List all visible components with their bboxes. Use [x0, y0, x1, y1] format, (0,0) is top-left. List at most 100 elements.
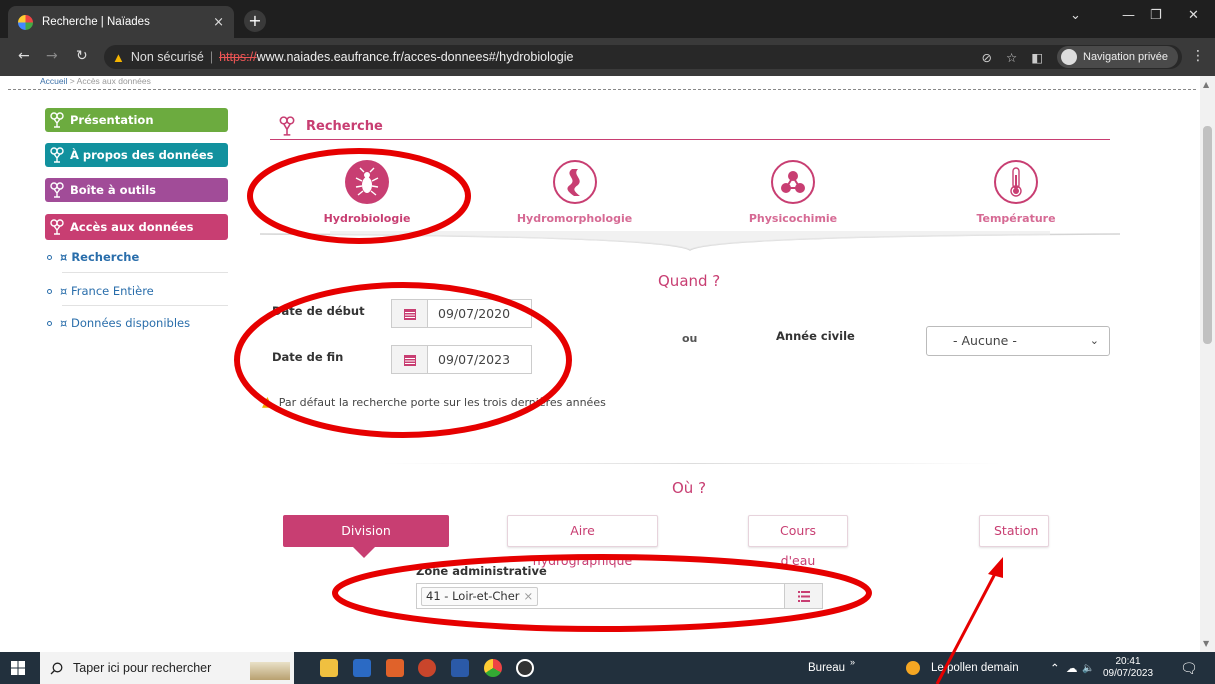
subnav-donnees-disponibles[interactable]: ¤ Données disponibles [47, 316, 190, 330]
list-icon[interactable] [784, 584, 822, 608]
sidebar-item-data-access[interactable]: Accès aux données [45, 214, 228, 240]
subnav-divider [62, 305, 228, 306]
or-label: ou [682, 332, 698, 345]
bullet-icon [47, 321, 52, 326]
clock-date: 09/07/2023 [1102, 668, 1154, 679]
tab-close-icon[interactable]: × [213, 15, 224, 30]
sidebar-item-toolbox[interactable]: Boîte à outils [45, 178, 228, 202]
desktop-toolbar-label[interactable]: Bureau [808, 652, 845, 684]
end-date-field[interactable]: 09/07/2023 [391, 345, 532, 374]
category-icon-wrap [552, 160, 597, 204]
start-date-label: Date de début [272, 304, 365, 318]
restore-icon[interactable]: ❐ [1150, 8, 1162, 23]
start-date-value[interactable]: 09/07/2020 [428, 300, 510, 327]
default-range-hint: ▲ Par défaut la recherche porte sur les … [262, 394, 606, 410]
scroll-up-icon[interactable]: ▲ [1203, 80, 1209, 89]
scroll-down-icon[interactable]: ▼ [1203, 639, 1209, 648]
taskbar-clock[interactable]: 20:41 09/07/2023 [1097, 656, 1159, 680]
weather-icon[interactable] [906, 652, 920, 684]
toolbar-expand-icon[interactable]: » [850, 646, 855, 678]
sidebar-item-label: À propos des données [70, 148, 214, 162]
category-temperature[interactable]: Température [972, 160, 1060, 225]
civil-year-value: - Aucune - [953, 333, 1017, 348]
windows-start-icon[interactable] [11, 661, 25, 675]
scroll-thumb[interactable] [1203, 126, 1212, 344]
tab-search-icon[interactable]: ⌄ [1070, 8, 1081, 23]
url-bar[interactable]: ▲ Non sécurisé | https:// www.naiades.ea… [104, 45, 1182, 69]
page-scrollbar[interactable]: ▲ ▼ [1200, 76, 1215, 652]
subnav-france-entiere[interactable]: ¤ France Entière [47, 284, 154, 298]
sidebar-item-about[interactable]: À propos des données [45, 143, 228, 167]
category-icon-wrap [771, 160, 815, 204]
side-panel-icon[interactable]: ◧ [1031, 50, 1043, 65]
sidebar-item-label: Accès aux données [70, 220, 194, 234]
security-label[interactable]: Non sécurisé [131, 50, 204, 64]
tab-division-administrative[interactable]: Division administrative [283, 515, 449, 570]
breadcrumb-home-link[interactable]: Accueil [40, 76, 67, 86]
cloud-icon[interactable]: ☁ [1066, 652, 1078, 684]
private-mode-badge[interactable]: Navigation privée [1057, 46, 1178, 68]
category-label: Physicochimie [748, 212, 838, 225]
minimize-icon[interactable]: — [1122, 8, 1135, 23]
new-tab-button[interactable]: + [244, 10, 266, 32]
volume-icon[interactable]: 🔈 [1082, 652, 1094, 684]
mail-icon[interactable] [353, 659, 371, 677]
quand-title: Quand ? [658, 272, 721, 290]
url-scheme: https:// [219, 50, 257, 64]
media-player-icon[interactable] [516, 659, 534, 677]
warning-icon: ▲ [112, 49, 125, 65]
close-window-icon[interactable]: ✕ [1188, 8, 1199, 23]
sidebar-item-presentation[interactable]: Présentation [45, 108, 228, 132]
address-toolbar: ← → ↻ ▲ Non sécurisé | https:// www.naia… [0, 38, 1215, 76]
remove-chip-icon[interactable]: × [524, 589, 534, 603]
back-icon[interactable]: ← [18, 48, 30, 64]
forward-icon[interactable]: → [46, 48, 58, 64]
file-explorer-icon[interactable] [320, 659, 338, 677]
zone-admin-input[interactable]: 41 - Loir-et-Cher × [416, 583, 823, 609]
calendar-icon[interactable] [392, 346, 428, 373]
bookmark-star-icon[interactable]: ☆ [1006, 50, 1017, 65]
category-icon-wrap [345, 160, 389, 204]
ou-title: Où ? [672, 479, 707, 497]
browser-tab[interactable]: Recherche | Naïades × [8, 6, 234, 38]
subnav-recherche[interactable]: ¤ Recherche [47, 250, 139, 264]
bullet-icon [47, 289, 52, 294]
tab-cours-deau[interactable]: Cours d'eau [748, 515, 848, 568]
browser-menu-icon[interactable]: ⋮ [1191, 48, 1205, 64]
header-underline [270, 139, 1110, 140]
private-mode-label: Navigation privée [1083, 51, 1168, 63]
eye-off-icon[interactable]: ⊘ [981, 50, 991, 65]
naiades-flower-icon [50, 219, 64, 235]
reload-icon[interactable]: ↻ [76, 48, 88, 64]
sidebar-item-label: Présentation [70, 113, 154, 127]
category-hydromorphologie[interactable]: Hydromorphologie [512, 160, 637, 225]
notification-icon[interactable]: 🗨 [1180, 652, 1198, 684]
category-physicochimie[interactable]: Physicochimie [744, 160, 842, 225]
sidebar-item-label: Boîte à outils [70, 183, 156, 197]
naiades-flower-icon [279, 116, 295, 136]
section-header-recherche: Recherche [278, 116, 383, 136]
naiades-flower-icon [50, 112, 64, 128]
clock-time: 20:41 [1115, 656, 1141, 667]
favicon-icon [18, 14, 33, 30]
word-icon[interactable] [451, 659, 469, 677]
office-app-icon[interactable] [386, 659, 404, 677]
warning-icon: ▲ [262, 394, 273, 410]
powerpoint-icon[interactable] [418, 659, 436, 677]
civil-year-select[interactable]: - Aucune - ⌄ [926, 326, 1110, 356]
category-hydrobiologie[interactable]: Hydrobiologie [320, 160, 414, 225]
chrome-icon[interactable] [484, 659, 502, 677]
url-actions: ⊘ ☆ ◧ Navigation privée [981, 45, 1182, 69]
tab-aire-hydrographique[interactable]: Aire hydrographique [507, 515, 658, 568]
tab-station[interactable]: Station [979, 515, 1049, 547]
header-divider [8, 89, 1196, 90]
calendar-icon[interactable] [392, 300, 428, 327]
end-date-value[interactable]: 09/07/2023 [428, 346, 510, 373]
bullet-icon [47, 255, 52, 260]
search-icon [50, 662, 63, 674]
civil-year-label: Année civile [776, 329, 855, 343]
tray-expand-icon[interactable]: ⌃ [1050, 652, 1060, 684]
start-date-field[interactable]: 09/07/2020 [391, 299, 532, 328]
weather-text[interactable]: Le pollen demain [931, 652, 1019, 684]
category-label: Température [976, 212, 1056, 225]
